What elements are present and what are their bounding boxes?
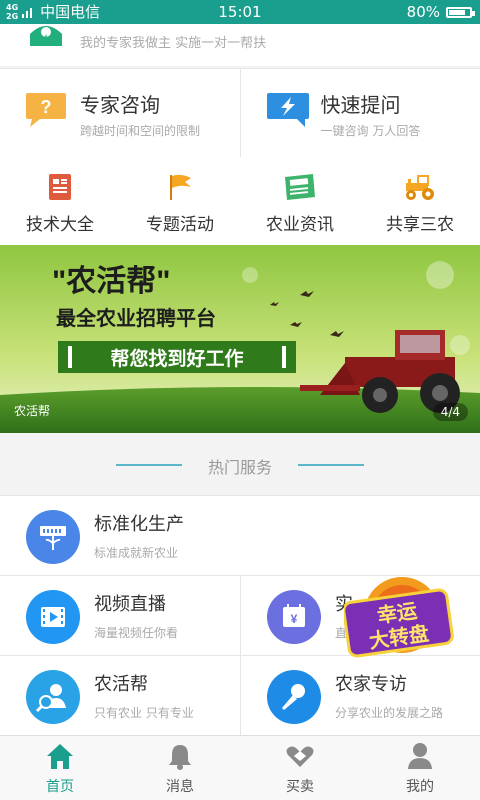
expert-slogan: 我的专家我做主 实施一对一帮扶	[80, 36, 267, 51]
bottom-tab-bar: 首页 消息 买卖 我的	[0, 735, 480, 800]
service-title: 农家专访	[335, 674, 407, 695]
tab-label: 首页	[46, 779, 74, 795]
category-share[interactable]: 共享三农	[360, 157, 480, 245]
tab-label: 我的	[406, 779, 434, 795]
section-divider-right	[298, 464, 364, 466]
expert-consult-button[interactable]: ? 专家咨询 跨越时间和空间的限制	[0, 69, 240, 157]
expert-consult-sub: 跨越时间和空间的限制	[80, 124, 201, 138]
category-topics[interactable]: 专题活动	[120, 157, 240, 245]
service-standard-production[interactable]: 标准化生产 标准成就新农业	[0, 495, 480, 575]
banner-subhead: 最全农业招聘平台	[56, 306, 216, 330]
svg-text:¥: ¥	[291, 612, 298, 626]
person-search-icon	[26, 670, 80, 724]
lucky-wheel-button[interactable]: 幸运 大转盘	[342, 570, 454, 670]
battery-percent: 80%	[406, 3, 440, 21]
tab-home[interactable]: 首页	[0, 736, 120, 800]
banner-cta: 帮您找到好工作	[110, 347, 243, 370]
production-icon	[26, 510, 80, 564]
home-icon	[47, 744, 73, 769]
service-title: 视频直播	[94, 594, 166, 615]
quick-ask-title: 快速提问	[320, 93, 401, 117]
category-label: 技术大全	[26, 215, 94, 235]
question-chat-icon: ?	[26, 93, 66, 127]
tab-label: 买卖	[286, 779, 314, 795]
calendar-price-icon: ¥	[267, 590, 321, 644]
category-label: 农业资讯	[266, 215, 334, 235]
expert-avatar-icon	[30, 26, 62, 46]
tab-trade[interactable]: 买卖	[240, 736, 360, 800]
tractor-icon	[406, 175, 434, 200]
flag-icon	[170, 174, 191, 200]
service-sub: 分享农业的发展之路	[335, 706, 444, 720]
banner-headline: "农活帮"	[52, 265, 170, 298]
expert-strip[interactable]: 我的专家我做主 实施一对一帮扶	[0, 24, 480, 66]
service-title: 农活帮	[94, 674, 148, 695]
tab-mine[interactable]: 我的	[360, 736, 480, 800]
category-label: 专题活动	[146, 215, 214, 235]
svg-text:?: ?	[41, 97, 52, 117]
battery-icon	[446, 6, 475, 18]
service-title: 标准化生产	[94, 514, 184, 535]
lightning-chat-icon	[266, 93, 309, 127]
service-farm-help[interactable]: 农活帮 只有农业 只有专业	[0, 655, 240, 735]
user-icon	[408, 743, 432, 769]
bell-icon	[169, 745, 191, 770]
microphone-icon	[267, 670, 321, 724]
consult-panel: ? 专家咨询 跨越时间和空间的限制 快速提问 一键咨询 万人回答	[0, 68, 480, 158]
banner-pager: 4/4	[432, 403, 468, 421]
video-icon	[26, 590, 80, 644]
category-news[interactable]: 农业资讯	[240, 157, 360, 245]
service-sub: 海量视频任你看	[94, 626, 179, 640]
section-title: 热门服务	[207, 458, 272, 477]
newspaper-icon	[285, 174, 315, 200]
handshake-icon	[286, 746, 314, 767]
promo-banner[interactable]: "农活帮" 最全农业招聘平台 帮您找到好工作 农活帮 4/4	[0, 245, 480, 433]
service-sub: 标准成就新农业	[94, 546, 179, 560]
tab-messages[interactable]: 消息	[120, 736, 240, 800]
section-header: 热门服务	[0, 434, 480, 496]
quick-ask-sub: 一键咨询 万人回答	[320, 124, 421, 138]
banner-image: "农活帮" 最全农业招聘平台 帮您找到好工作	[0, 245, 480, 433]
service-video-live[interactable]: 视频直播 海量视频任你看	[0, 575, 240, 655]
service-sub: 只有农业 只有专业	[94, 706, 194, 720]
status-bar: 4G 2G 中国电信 15:01 80%	[0, 0, 480, 24]
quick-ask-button[interactable]: 快速提问 一键咨询 万人回答	[239, 69, 480, 157]
category-label: 共享三农	[386, 215, 454, 235]
expert-consult-title: 专家咨询	[80, 93, 160, 117]
category-tech[interactable]: 技术大全	[0, 157, 120, 245]
banner-caption: 农活帮	[14, 404, 51, 418]
tab-label: 消息	[166, 779, 194, 795]
category-row: 技术大全 专题活动 农业资讯 共享三农	[0, 157, 480, 245]
document-icon	[49, 174, 71, 200]
